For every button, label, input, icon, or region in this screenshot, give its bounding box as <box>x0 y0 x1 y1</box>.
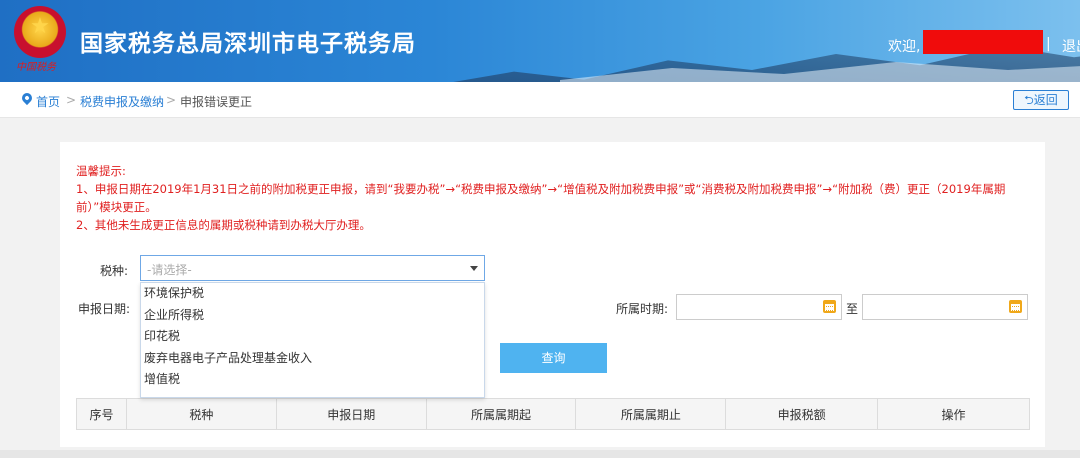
tax-type-placeholder: -请选择- <box>147 263 192 277</box>
dropdown-option[interactable]: 废弃电器电子产品处理基金收入 <box>141 348 484 370</box>
return-arrow-icon: ⮌ <box>1024 93 1034 107</box>
tips-title: 温馨提示: <box>76 164 126 178</box>
period-to-label: 至 <box>846 302 859 316</box>
tips-notice: 温馨提示: 1、申报日期在2019年1月31日之前的附加税更正申报，请到“我要办… <box>76 162 1031 234</box>
period-end-input[interactable] <box>862 294 1028 320</box>
back-button-label: 返回 <box>1033 93 1058 107</box>
breadcrumb-current: 申报错误更正 <box>180 95 253 109</box>
period-start-input[interactable] <box>676 294 842 320</box>
dropdown-option[interactable]: 增值税 <box>141 369 484 391</box>
tax-emblem-icon: ★ <box>14 6 66 58</box>
page-footer-strip <box>0 450 1080 458</box>
dropdown-option[interactable]: 印花税 <box>141 326 484 348</box>
emblem-caption: 中国税务 <box>16 62 56 73</box>
welcome-text: 欢迎, <box>888 39 921 55</box>
results-table: 序号 税种 申报日期 所属属期起 所属属期止 申报税额 操作 <box>76 398 1030 430</box>
col-period-start: 所属属期起 <box>425 398 577 430</box>
col-tax-type: 税种 <box>125 398 277 430</box>
breadcrumb: 首页 > 税费申报及缴纳 > 申报错误更正 ⮌返回 <box>0 82 1080 118</box>
correction-panel: 温馨提示: 1、申报日期在2019年1月31日之前的附加税更正申报，请到“我要办… <box>60 142 1045 447</box>
location-pin-icon <box>19 90 35 106</box>
tips-line-1: 1、申报日期在2019年1月31日之前的附加税更正申报，请到“我要办税”→“税费… <box>76 182 1006 214</box>
col-index: 序号 <box>76 398 127 430</box>
site-title: 国家税务总局深圳市电子税务局 <box>80 31 416 57</box>
dropdown-option[interactable]: 环境保护税 <box>141 283 484 305</box>
filing-date-label: 申报日期: <box>78 302 131 316</box>
redacted-username <box>923 30 1043 54</box>
logout-link[interactable]: 退出 <box>1062 36 1080 56</box>
col-period-end: 所属属期止 <box>575 398 727 430</box>
col-actions: 操作 <box>877 398 1030 430</box>
col-filing-date: 申报日期 <box>275 398 427 430</box>
col-tax-amount: 申报税额 <box>725 398 879 430</box>
calendar-icon[interactable] <box>1009 300 1022 313</box>
period-label: 所属时期: <box>616 302 669 316</box>
breadcrumb-tax-filing[interactable]: 税费申报及缴纳 <box>80 93 164 110</box>
tax-type-dropdown: 环境保护税 企业所得税 印花税 废弃电器电子产品处理基金收入 增值税 <box>140 282 485 398</box>
calendar-icon[interactable] <box>823 300 836 313</box>
tips-line-2: 2、其他未生成更正信息的属期或税种请到办税大厅办理。 <box>76 218 371 232</box>
breadcrumb-separator: > <box>166 93 177 107</box>
breadcrumb-separator: > <box>66 93 77 107</box>
dropdown-option[interactable]: 企业所得税 <box>141 305 484 327</box>
header-divider: | <box>1046 36 1051 52</box>
tax-type-select[interactable]: -请选择- <box>140 255 485 281</box>
tax-type-label: 税种: <box>100 264 129 278</box>
header-banner: ★ 中国税务 国家税务总局深圳市电子税务局 欢迎, | 退出 <box>0 0 1080 82</box>
chevron-down-icon <box>470 266 478 271</box>
query-button[interactable]: 查询 <box>500 343 607 373</box>
breadcrumb-home[interactable]: 首页 <box>36 93 60 110</box>
table-header-row: 序号 税种 申报日期 所属属期起 所属属期止 申报税额 操作 <box>76 398 1030 430</box>
back-button[interactable]: ⮌返回 <box>1013 90 1069 110</box>
